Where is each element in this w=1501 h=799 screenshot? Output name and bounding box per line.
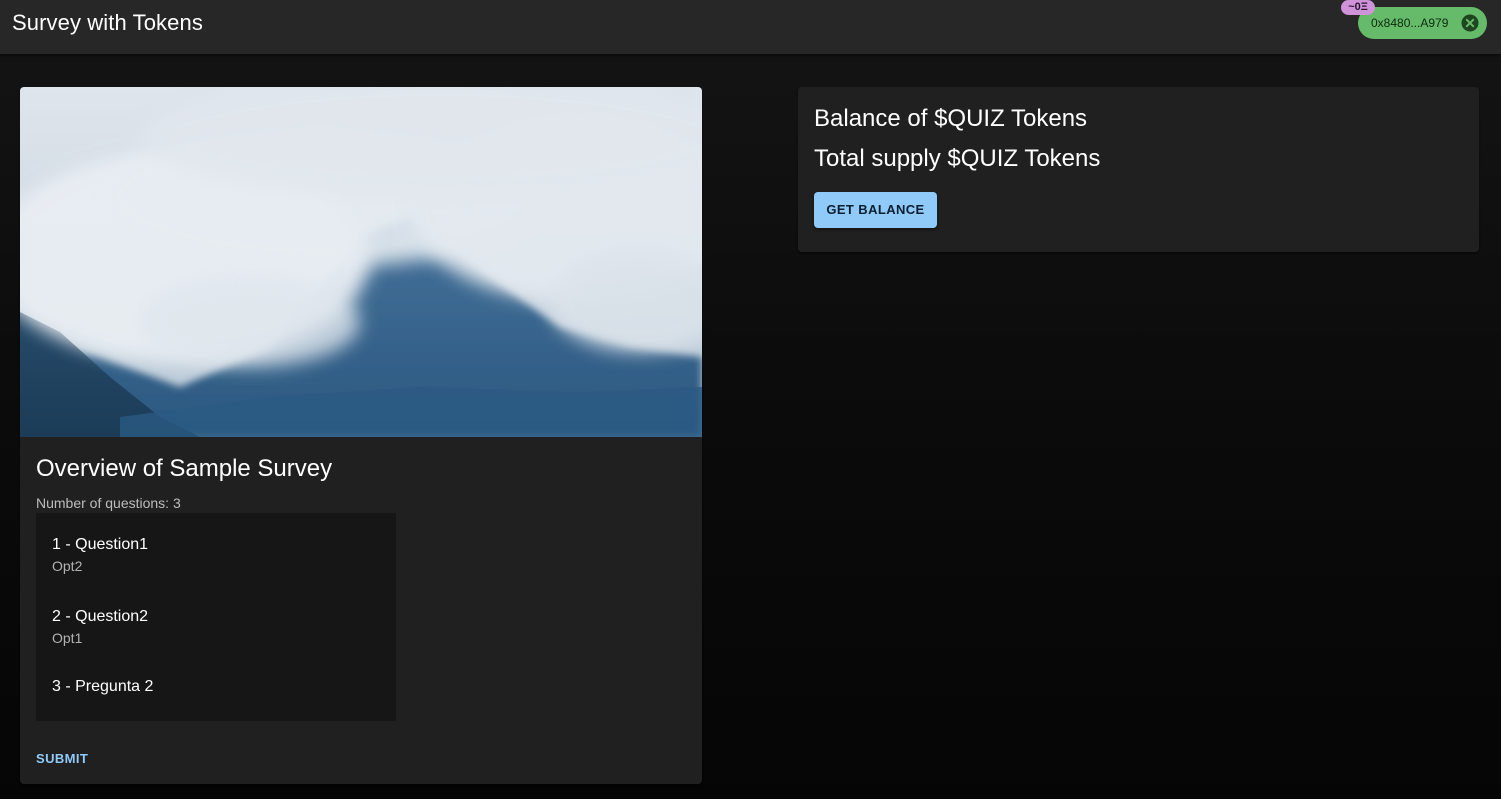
list-item: 1 - Question1 Opt2 (52, 534, 148, 575)
question-answer: Opt2 (52, 558, 83, 574)
list-item: 3 - Pregunta 2 (52, 676, 153, 698)
misty-mountain-image (20, 87, 702, 437)
submit-button[interactable]: SUBMIT (28, 743, 96, 775)
close-icon[interactable] (1461, 14, 1479, 32)
question-label: 2 - Question2 (52, 608, 149, 625)
survey-card: Overview of Sample Survey Number of ques… (20, 87, 702, 784)
wallet-address: 0x8480...A979 (1371, 16, 1449, 30)
question-answer: Opt1 (52, 630, 83, 646)
question-count: Number of questions: 3 (36, 495, 181, 511)
question-label: 3 - Pregunta 2 (52, 678, 154, 695)
wallet-chip[interactable]: 0x8480...A979 (1358, 7, 1487, 39)
list-item: 2 - Question2 Opt1 (52, 606, 148, 647)
eth-balance-badge: ~0Ξ (1341, 0, 1375, 15)
question-label: 1 - Question1 (52, 536, 149, 553)
app-bar: Survey with Tokens 0x8480...A979 ~0Ξ (0, 0, 1501, 54)
question-list: 1 - Question1 Opt2 2 - Question2 Opt1 3 … (36, 513, 396, 721)
total-supply-title: Total supply $QUIZ Tokens (814, 145, 1101, 172)
balance-title: Balance of $QUIZ Tokens (814, 105, 1088, 132)
get-balance-button[interactable]: GET BALANCE (814, 192, 937, 228)
survey-title: Overview of Sample Survey (36, 455, 333, 482)
balance-card: Balance of $QUIZ Tokens Total supply $QU… (798, 87, 1479, 252)
app-title: Survey with Tokens (12, 10, 203, 35)
